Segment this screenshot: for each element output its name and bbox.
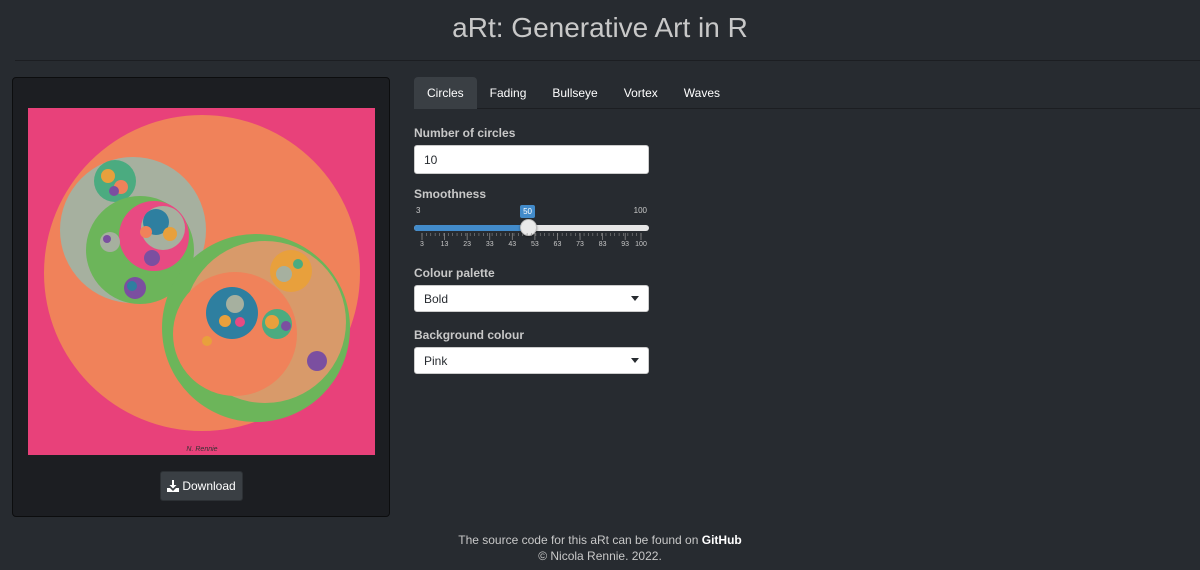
footer-text: The source code for this aRt can be foun… xyxy=(458,533,699,547)
background-label: Background colour xyxy=(414,328,525,342)
slider-grid-label: 73 xyxy=(576,241,584,248)
palette-selected-value: Bold xyxy=(424,291,449,306)
smoothness-slider[interactable]: 3 100 50 3 13 23 33 43 53 63 73 83 93 100 xyxy=(414,203,649,253)
slider-grid-label: 100 xyxy=(635,241,647,248)
slider-grid-label: 83 xyxy=(598,241,607,248)
slider-grid-label: 53 xyxy=(530,241,539,248)
github-link[interactable]: GitHub xyxy=(702,533,742,547)
chevron-down-icon xyxy=(631,358,639,363)
app-title: aRt: Generative Art in R xyxy=(452,12,748,43)
generative-art-image: N. Rennie xyxy=(28,108,375,455)
slider-grid-label: 43 xyxy=(508,241,517,248)
tab-circles[interactable]: Circles xyxy=(414,77,477,109)
slider-grid-label: 33 xyxy=(485,241,494,248)
tab-fading[interactable]: Fading xyxy=(477,77,540,109)
slider-fill xyxy=(414,225,529,231)
slider-max-label: 100 xyxy=(633,206,647,215)
slider-ticks xyxy=(421,233,642,240)
download-button[interactable]: Download xyxy=(160,471,243,501)
slider-grid-label: 3 xyxy=(420,241,424,248)
title-divider xyxy=(15,60,1200,61)
num-circles-label: Number of circles xyxy=(414,126,516,140)
smoothness-label: Smoothness xyxy=(414,187,487,201)
slider-grid-label: 93 xyxy=(621,241,630,248)
chevron-down-icon xyxy=(631,296,639,301)
download-label: Download xyxy=(182,479,236,493)
slider-grid-label: 63 xyxy=(553,241,562,248)
slider-value-badge: 50 xyxy=(520,205,536,218)
download-icon xyxy=(167,480,180,492)
palette-select[interactable]: Bold xyxy=(414,285,649,312)
slider-min-label: 3 xyxy=(416,206,421,215)
background-select[interactable]: Pink xyxy=(414,347,649,374)
palette-label: Colour palette xyxy=(414,266,495,280)
tab-bar: Circles Fading Bullseye Vortex Waves xyxy=(414,77,1200,109)
footer-source: The source code for this aRt can be foun… xyxy=(0,533,1200,547)
slider-grid-label: 23 xyxy=(463,241,472,248)
art-signature: N. Rennie xyxy=(186,446,217,453)
footer-copyright: © Nicola Rennie. 2022. xyxy=(538,549,662,563)
num-circles-input[interactable]: 10 xyxy=(414,145,649,174)
art-panel: N. Rennie Download xyxy=(12,77,390,517)
tab-vortex[interactable]: Vortex xyxy=(611,77,671,109)
background-selected-value: Pink xyxy=(424,353,448,368)
slider-grid-label: 13 xyxy=(440,241,449,248)
slider-grid-labels: 3 13 23 33 43 53 63 73 83 93 100 xyxy=(414,241,649,251)
tab-bullseye[interactable]: Bullseye xyxy=(539,77,610,109)
tab-waves[interactable]: Waves xyxy=(671,77,733,109)
